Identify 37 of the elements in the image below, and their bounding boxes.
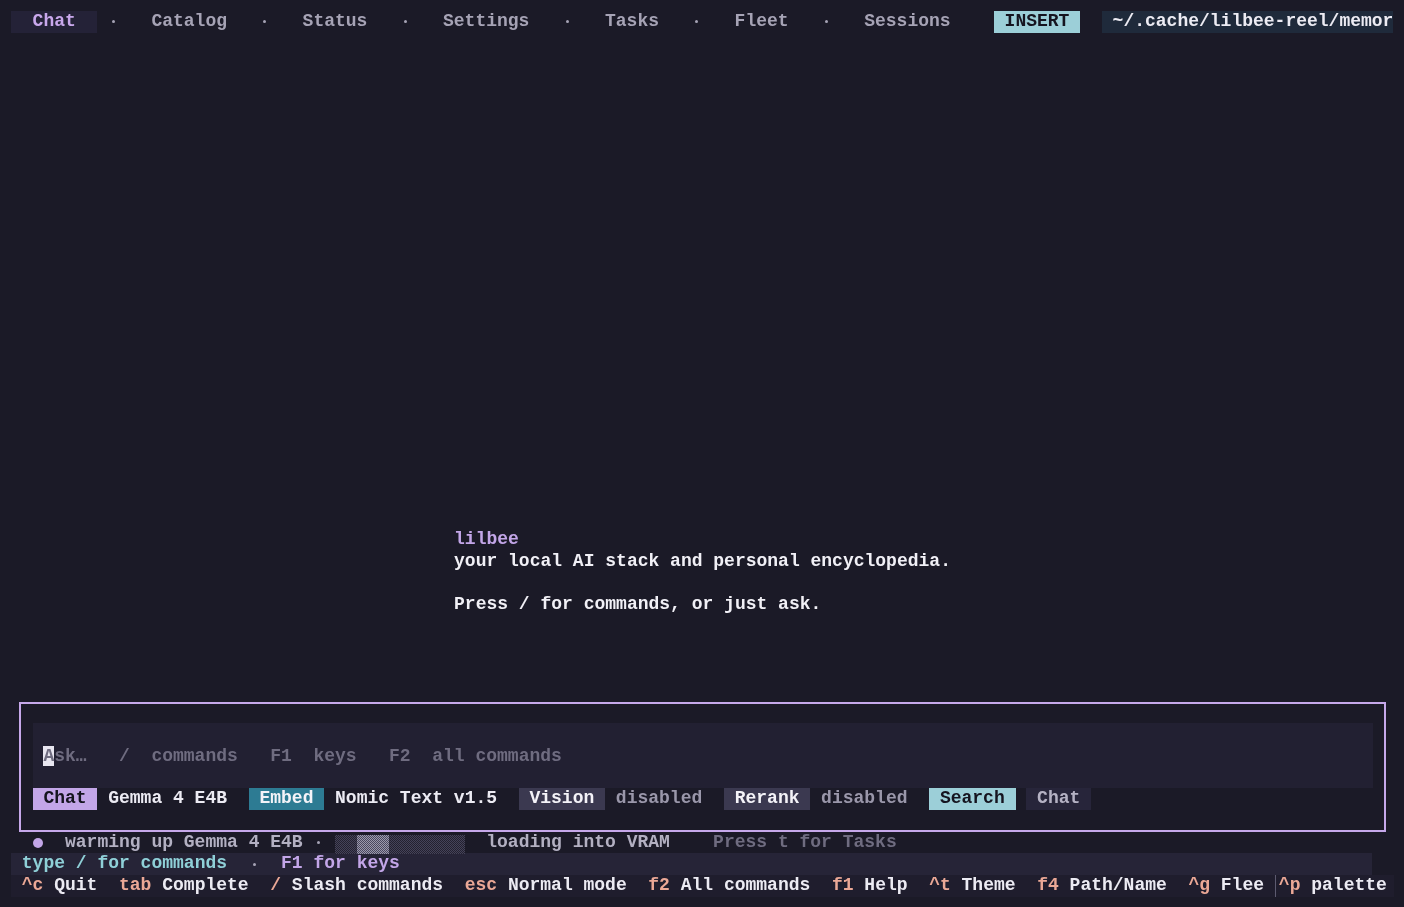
nav-tab[interactable]: Tasks [583, 11, 681, 33]
model-name: disabled [821, 788, 908, 810]
status-detail: loading into VRAM [486, 831, 670, 854]
key-binding[interactable]: f2 All commands [637, 875, 822, 897]
nav-tab[interactable]: Sessions [842, 11, 973, 33]
app-title: lilbee [454, 529, 520, 552]
hint-text: F1 for keys [281, 853, 400, 875]
role-badge: Chat [32, 788, 98, 810]
role-badge: Embed [248, 788, 325, 810]
key-binding[interactable]: tab Complete [108, 875, 260, 897]
status-message: warming up Gemma 4 E4B [65, 831, 303, 854]
key-binding[interactable]: esc Normal mode [453, 875, 638, 897]
nav-tab[interactable]: Fleet [713, 11, 811, 33]
role-badge: Search [929, 788, 1016, 810]
hint-text: Press / for commands, or just ask. [454, 594, 823, 616]
mode-toggle[interactable]: Chat [1026, 788, 1092, 810]
tagline-text: your local AI stack and personal encyclopedia. [454, 551, 951, 573]
nav-tab[interactable]: Status [281, 11, 389, 33]
nav-tab[interactable]: Chat [11, 11, 98, 33]
mode-indicator: INSERT [993, 11, 1081, 33]
model-name: Gemma 4 E4B [108, 788, 228, 810]
key-binding[interactable]: f4 Path/Name [1026, 875, 1178, 897]
key-binding[interactable]: ^t Theme [918, 875, 1027, 897]
path-label: ~/.cache/lilbee-reel/memor [1101, 11, 1394, 33]
nav-tab[interactable]: Catalog [129, 11, 249, 33]
key-binding[interactable]: f1 Help [821, 875, 919, 897]
key-binding[interactable]: ^c Quit [11, 875, 109, 897]
status-tip: Press t for Tasks [713, 831, 897, 854]
key-binding[interactable]: / Slash commands [259, 875, 454, 897]
key-binding[interactable]: ^g Flee [1177, 875, 1275, 897]
key-binding[interactable]: ^p palette [1274, 875, 1398, 897]
model-name: Nomic Text v1.5 [335, 788, 498, 810]
role-badge: Vision [518, 788, 606, 810]
nav-tab[interactable]: Settings [421, 11, 551, 33]
hint-text: type / for commands [21, 853, 228, 875]
model-name: disabled [615, 788, 703, 810]
role-badge: Rerank [723, 788, 811, 810]
